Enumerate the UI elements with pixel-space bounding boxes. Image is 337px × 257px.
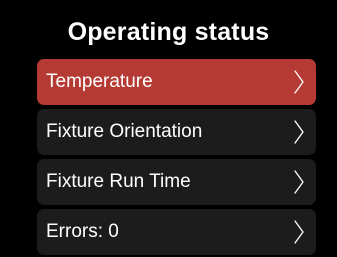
menu-item-label: Fixture Run Time (46, 171, 191, 192)
chevron-right-icon (294, 120, 304, 144)
chevron-right-icon (294, 220, 304, 244)
menu-item-fixture-orientation[interactable]: Fixture Orientation (37, 109, 316, 155)
menu-item-errors[interactable]: Errors: 0 (37, 209, 316, 255)
operating-status-screen: Operating status Temperature Fixture Ori… (0, 0, 337, 257)
menu-item-label: Fixture Orientation (46, 121, 203, 142)
chevron-right-icon (294, 70, 304, 94)
menu-item-label: Errors: 0 (46, 221, 119, 242)
menu-item-fixture-run-time[interactable]: Fixture Run Time (37, 159, 316, 205)
chevron-right-icon (294, 170, 304, 194)
menu-item-temperature[interactable]: Temperature (37, 59, 316, 105)
page-title: Operating status (67, 18, 270, 46)
status-menu: Temperature Fixture Orientation Fixture … (37, 59, 316, 257)
menu-item-label: Temperature (46, 71, 153, 92)
